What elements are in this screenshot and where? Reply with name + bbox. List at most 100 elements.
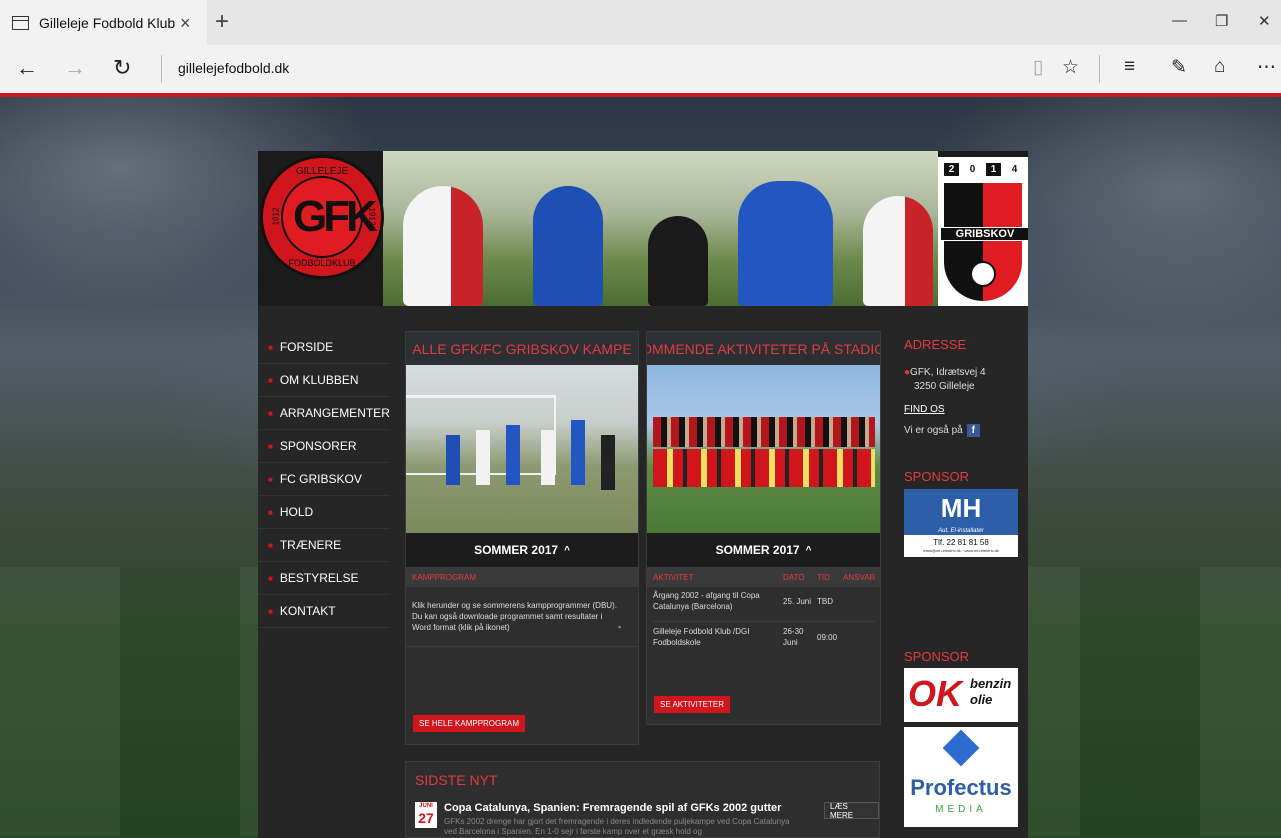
mh-contact: mark@mh-elektric.dk · www.mh-elektric.dk [923, 548, 999, 553]
ok-subtitle-2: olie [970, 692, 993, 707]
gribskov-year: 2 0 1 4 [944, 163, 1022, 176]
photo-player [446, 435, 460, 485]
mh-subtitle: Aut. El-installatør [904, 527, 1018, 535]
ok-subtitle-1: benzin [970, 676, 1012, 691]
social-text: Vi er også på [904, 425, 963, 437]
profectus-sponsor-logo[interactable]: Profectus MEDIA [904, 727, 1018, 827]
mh-phone: Tlf. 22 81 81 58 [933, 538, 989, 547]
nav-label: TRÆNERE [279, 538, 342, 552]
banner-player [863, 196, 933, 306]
season-label: SOMMER 2017 [715, 543, 800, 557]
news-headline[interactable]: Copa Catalunya, Spanien: Fremragende spi… [444, 802, 781, 814]
season-selector-activities[interactable]: SOMMER 2017 ^ [647, 533, 880, 567]
restore-icon[interactable]: ❐ [1215, 12, 1228, 30]
ok-logo-mark: OK [908, 673, 962, 714]
photo-player [476, 430, 490, 485]
reading-view-icon[interactable]: ▯ [1033, 56, 1043, 79]
news-date-badge: JUNI 27 [415, 802, 437, 828]
activity-time: TBD [817, 597, 833, 606]
matches-photo [406, 365, 638, 533]
logo-letters: GFK [293, 192, 378, 241]
gribskov-logo[interactable]: 2 0 1 4 GRIBSKOV [938, 157, 1028, 306]
nav-item-arrangementer[interactable]: ■ ARRANGEMENTER [258, 397, 390, 430]
gribskov-shield: GRIBSKOV [940, 183, 1028, 301]
address-separator [161, 55, 162, 83]
nav-item-kontakt[interactable]: ■ KONTAKT [258, 595, 390, 628]
activities-panel-title[interactable]: KOMMENDE AKTIVITETER PÅ STADION [647, 332, 880, 365]
season-label: SOMMER 2017 [474, 543, 559, 557]
logo-year-left: 1912 [271, 207, 281, 226]
banner-player [533, 186, 603, 306]
see-full-program-button[interactable]: SE HELE KAMPPROGRAM [413, 715, 526, 732]
team-front-row [653, 449, 875, 487]
matches-panel-title[interactable]: ALLE GFK/FC GRIBSKOV KAMPE [406, 332, 638, 365]
word-document-icon[interactable]: ▪ [618, 622, 621, 632]
col-activity: AKTIVITET [653, 572, 694, 582]
sidebar: ADRESSE ●GFK, Idrætsvej 4 3250 Gilleleje… [895, 331, 1028, 827]
logo-subtitle: FODBOLDKLUB [288, 258, 356, 268]
year-digit: 1 [986, 163, 1001, 176]
mh-logo-mark: MH [904, 489, 1018, 527]
team-photo [647, 365, 880, 533]
web-note-icon[interactable]: ✎ [1171, 56, 1187, 79]
activity-name: Årgang 2002 - afgang til Copa Catalunya … [653, 591, 760, 611]
share-icon[interactable]: ⌂ [1214, 56, 1225, 78]
nav-label: FORSIDE [279, 340, 334, 354]
gribskov-name: GRIBSKOV [940, 227, 1028, 241]
new-tab-icon[interactable]: + [215, 8, 229, 36]
address-line2: 3250 Gilleleje [914, 381, 975, 392]
banner-photo [383, 151, 938, 306]
forward-icon[interactable]: → [64, 55, 86, 81]
nav-item-om-klubben[interactable]: ■ OM KLUBBEN [258, 364, 390, 397]
nav-item-hold[interactable]: ■ HOLD [258, 496, 390, 529]
read-more-button[interactable]: LÆS MERE [824, 802, 879, 820]
nav-item-sponsorer[interactable]: ■ SPONSORER [258, 430, 390, 463]
news-day: 27 [418, 810, 434, 826]
back-icon[interactable]: ← [16, 55, 38, 81]
nav-item-forside[interactable]: ■ FORSIDE [258, 331, 390, 364]
season-selector-matches[interactable]: SOMMER 2017 ^ [406, 533, 638, 567]
logo-inner-circle: GFK [281, 176, 378, 258]
bullet-icon: ■ [268, 342, 273, 352]
more-icon[interactable]: ⋯ [1257, 56, 1276, 79]
social-row: Vi er også på f [895, 424, 1028, 438]
nav-item-bestyrelse[interactable]: ■ BESTYRELSE [258, 562, 390, 595]
mh-sponsor-logo[interactable]: MH Aut. El-installatør Tlf. 22 81 81 58 … [904, 489, 1018, 557]
activity-time: 09:00 [817, 633, 838, 642]
photo-player [541, 430, 555, 485]
minimize-icon[interactable]: — [1172, 12, 1187, 29]
program-text: Klik herunder og se sommerens kampprogra… [412, 601, 617, 632]
header-banner: GILLELEJE GFK 1912 1912 FODBOLDKLUB 2 0 … [258, 151, 1028, 306]
refresh-icon[interactable]: ↻ [113, 55, 131, 81]
facebook-icon[interactable]: f [966, 424, 980, 437]
nav-item-fc-gribskov[interactable]: ■ FC GRIBSKOV [258, 463, 390, 496]
program-header: KAMPPROGRAM [406, 567, 638, 587]
find-us-link[interactable]: FIND OS [895, 404, 1028, 415]
tab-close-icon[interactable]: × [180, 13, 191, 34]
activity-row[interactable]: Gilleleje Fodbold Klub /DGI Fodboldskole… [653, 626, 875, 656]
chevron-up-icon: ^ [805, 544, 812, 556]
news-title: SIDSTE NYT [415, 772, 498, 788]
favorite-star-icon[interactable]: ☆ [1062, 56, 1079, 79]
photo-player [506, 425, 520, 485]
banner-player [403, 186, 483, 306]
activity-row[interactable]: Årgang 2002 - afgang til Copa Catalunya … [653, 590, 875, 622]
col-responsible: ANSVAR [843, 572, 876, 582]
see-activities-button[interactable]: SE AKTIVITETER [654, 696, 731, 713]
gfk-logo[interactable]: GILLELEJE GFK 1912 1912 FODBOLDKLUB [260, 155, 384, 279]
banner-player [738, 181, 833, 306]
team-back-row [653, 417, 875, 447]
profectus-mark [942, 729, 980, 767]
col-time: TID [817, 572, 830, 582]
nav-item-traenere[interactable]: ■ TRÆNERE [258, 529, 390, 562]
close-window-icon[interactable]: ✕ [1258, 12, 1271, 30]
year-digit: 0 [965, 163, 980, 176]
nav-label: OM KLUBBEN [279, 373, 359, 387]
photo-player [571, 420, 585, 485]
ok-sponsor-logo[interactable]: OK benzin olie [904, 668, 1018, 722]
hub-icon[interactable]: ≡ [1124, 56, 1135, 78]
browser-tab[interactable]: Gilleleje Fodbold Klub × [0, 0, 207, 45]
url-field[interactable]: gillelejefodbold.dk [178, 60, 289, 76]
football-icon [970, 261, 996, 287]
sponsor-title-1: SPONSOR [904, 469, 970, 484]
